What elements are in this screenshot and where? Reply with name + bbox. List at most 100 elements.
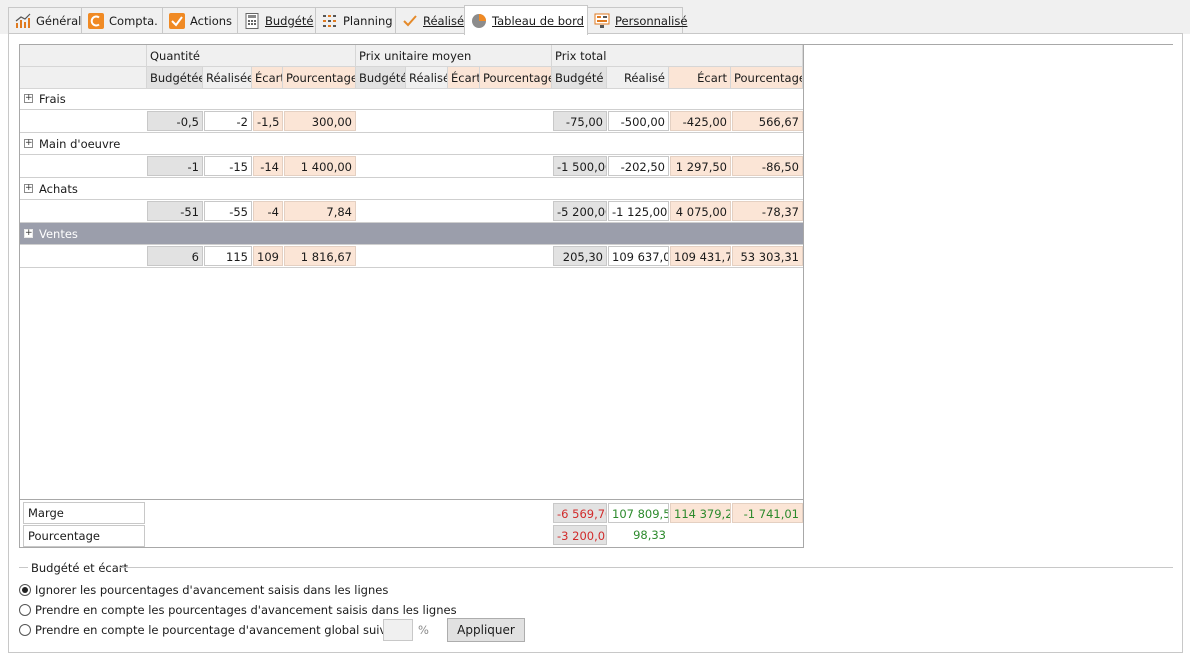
expand-icon[interactable]: +: [24, 94, 33, 103]
expand-icon[interactable]: +: [24, 229, 33, 238]
group-row-ventes[interactable]: + Ventes: [20, 223, 803, 245]
custom-report-icon: [594, 13, 610, 28]
header-empty: [20, 67, 147, 89]
total-ecart-cell[interactable]: 109 431,70: [670, 246, 731, 266]
column-header[interactable]: Pourcentage: [283, 67, 356, 89]
tab-budgete[interactable]: Budgété: [237, 7, 316, 33]
radio-button[interactable]: [19, 584, 31, 596]
footer-label-pourcentage: Pourcentage: [23, 525, 145, 547]
groupbox-line-left: [19, 567, 28, 568]
radio-button[interactable]: [19, 604, 31, 616]
global-percentage-input[interactable]: [383, 619, 413, 641]
radio-button[interactable]: [19, 624, 31, 636]
expand-icon[interactable]: +: [24, 139, 33, 148]
tab-actions[interactable]: Actions: [162, 7, 238, 33]
tab-label: Actions: [190, 13, 233, 28]
qty-pourcentage-cell[interactable]: 1 816,67: [284, 246, 356, 266]
column-header[interactable]: Budgété: [356, 67, 406, 89]
radio-use-line-percentages[interactable]: Prendre en compte les pourcentages d'ava…: [19, 603, 619, 619]
qty-ecart-cell[interactable]: 109: [253, 246, 283, 266]
header-group-prix-total: Prix total: [552, 45, 803, 67]
header-empty: [20, 45, 147, 67]
expand-icon[interactable]: +: [24, 184, 33, 193]
pie-chart-icon: [472, 13, 486, 28]
column-header[interactable]: Pourcentage: [480, 67, 552, 89]
tab-label: Budgété: [265, 13, 314, 28]
marge-pourcentage-cell: -1 741,01: [732, 503, 803, 523]
tab-label: Général: [36, 13, 82, 28]
qty-budgetee-cell[interactable]: 6: [147, 246, 203, 266]
total-pourcentage-cell[interactable]: -86,50: [732, 156, 803, 176]
tab-compta[interactable]: Compta.: [81, 7, 163, 33]
tab-realise[interactable]: Réalisé: [395, 7, 465, 33]
pourcentage-realise-cell: 98,33: [633, 528, 666, 542]
total-budgete-cell[interactable]: 205,30: [553, 246, 607, 266]
column-header[interactable]: Budgété: [552, 67, 607, 89]
planning-grid-icon: [323, 14, 336, 27]
qty-realisee-cell[interactable]: 115: [204, 246, 252, 266]
pourcentage-budgete-cell: -3 200,05: [553, 525, 607, 545]
qty-ecart-cell[interactable]: -14: [253, 156, 283, 176]
percent-unit-label: %: [418, 623, 429, 637]
qty-budgetee-cell[interactable]: -1: [147, 156, 203, 176]
total-ecart-cell[interactable]: 1 297,50: [670, 156, 731, 176]
column-header[interactable]: Réalisé: [406, 67, 448, 89]
total-budgete-cell[interactable]: -5 200,00: [553, 201, 607, 221]
group-label: Ventes: [39, 227, 78, 241]
total-pourcentage-cell[interactable]: -78,37: [732, 201, 803, 221]
header-group-quantite: Quantité: [147, 45, 356, 67]
radio-ignore-percentages[interactable]: Ignorer les pourcentages d'avancement sa…: [19, 583, 619, 599]
total-realise-cell[interactable]: -202,50: [608, 156, 669, 176]
total-ecart-cell[interactable]: -425,00: [670, 111, 731, 131]
group-label: Main d'oeuvre: [39, 137, 121, 151]
groupbox-title: Budgété et écart: [31, 561, 129, 575]
qty-pourcentage-cell[interactable]: 1 400,00: [284, 156, 356, 176]
qty-ecart-cell[interactable]: -1,5: [253, 111, 283, 131]
group-row-frais[interactable]: + Frais: [20, 88, 803, 110]
total-budgete-cell[interactable]: -1 500,00: [553, 156, 607, 176]
qty-realisee-cell[interactable]: -2: [204, 111, 252, 131]
total-budgete-cell[interactable]: -75,00: [553, 111, 607, 131]
column-header[interactable]: Pourcentage: [731, 67, 803, 89]
group-row-achats[interactable]: + Achats: [20, 178, 803, 200]
header-group-prix-unitaire: Prix unitaire moyen: [356, 45, 552, 67]
group-label: Achats: [39, 182, 78, 196]
marge-budgete-cell: -6 569,70: [553, 503, 607, 523]
tab-general[interactable]: Général: [8, 7, 82, 33]
checkmark-icon: [403, 14, 417, 26]
table-row: -1 -15 -14 1 400,00 -1 500,00 -202,50 1 …: [20, 155, 803, 178]
chart-bars-icon: [15, 13, 31, 28]
total-realise-cell[interactable]: -500,00: [608, 111, 669, 131]
qty-pourcentage-cell[interactable]: 300,00: [284, 111, 356, 131]
tab-tableau-de-bord[interactable]: Tableau de bord: [464, 5, 588, 35]
radio-use-global-percentage[interactable]: Prendre en compte le pourcentage d'avanc…: [19, 623, 413, 639]
column-header[interactable]: Réalisée: [203, 67, 252, 89]
total-pourcentage-cell[interactable]: 53 303,31: [732, 246, 803, 266]
tab-personnalise[interactable]: Personnalisé: [587, 7, 687, 33]
checkbox-icon: [169, 12, 185, 29]
qty-realisee-cell[interactable]: -15: [204, 156, 252, 176]
qty-realisee-cell[interactable]: -55: [204, 201, 252, 221]
table-row: -51 -55 -4 7,84 -5 200,00 -1 125,00 4 07…: [20, 200, 803, 223]
column-header[interactable]: Réalisé: [607, 67, 669, 89]
table-row: 6 115 109 1 816,67 205,30 109 637,00 109…: [20, 245, 803, 268]
qty-pourcentage-cell[interactable]: 7,84: [284, 201, 356, 221]
radio-label: Ignorer les pourcentages d'avancement sa…: [35, 583, 389, 597]
total-ecart-cell[interactable]: 4 075,00: [670, 201, 731, 221]
qty-budgetee-cell[interactable]: -0,5: [147, 111, 203, 131]
column-header[interactable]: Budgétée: [147, 67, 203, 89]
qty-ecart-cell[interactable]: -4: [253, 201, 283, 221]
qty-budgetee-cell[interactable]: -51: [147, 201, 203, 221]
tab-label: Personnalisé: [615, 13, 688, 28]
apply-button[interactable]: Appliquer: [447, 618, 525, 642]
column-header[interactable]: Écart: [448, 67, 480, 89]
total-realise-cell[interactable]: -1 125,00: [608, 201, 669, 221]
tab-planning[interactable]: Planning: [315, 7, 396, 33]
group-row-main-doeuvre[interactable]: + Main d'oeuvre: [20, 133, 803, 155]
column-header[interactable]: Écart: [252, 67, 283, 89]
total-pourcentage-cell[interactable]: 566,67: [732, 111, 803, 131]
calculator-icon: [245, 12, 259, 29]
total-realise-cell[interactable]: 109 637,00: [608, 246, 669, 266]
column-header[interactable]: Écart: [669, 67, 731, 89]
groupbox-line-right: [120, 567, 1173, 568]
